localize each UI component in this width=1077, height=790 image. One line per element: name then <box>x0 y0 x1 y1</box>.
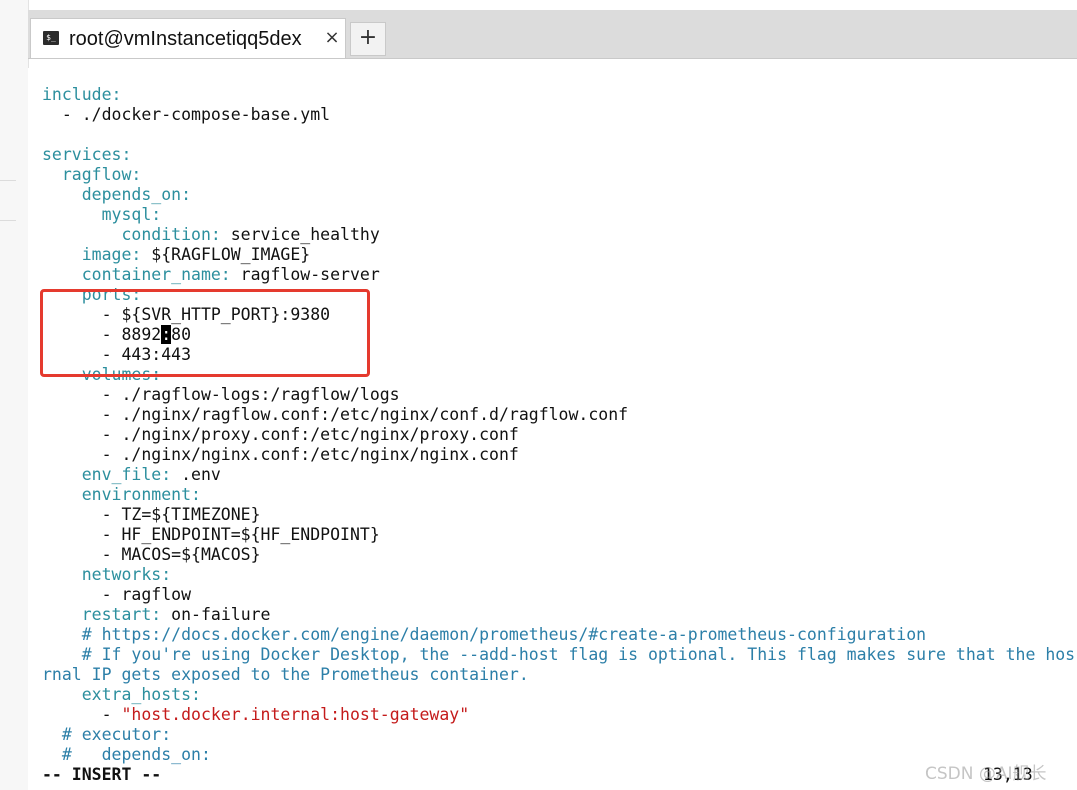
divider <box>0 180 16 181</box>
code-line: - TZ=${TIMEZONE} <box>42 505 261 525</box>
code-line: container_name: ragflow-server <box>42 265 380 285</box>
divider <box>28 58 1077 59</box>
code-line: rnal IP gets exposed to the Prometheus c… <box>42 665 529 685</box>
code-line: extra_hosts: <box>42 685 201 705</box>
code-line: - ./docker-compose-base.yml <box>42 105 330 125</box>
code-line: - ./nginx/proxy.conf:/etc/nginx/proxy.co… <box>42 425 519 445</box>
tab-title: root@vmInstancetiqq5dex <box>69 28 302 50</box>
code-token: env_file: <box>42 465 172 484</box>
background-window-edge <box>0 0 29 790</box>
code-token: include: <box>42 85 122 104</box>
close-tab-button[interactable]: × <box>321 26 343 50</box>
code-token: depends_on: <box>42 185 192 204</box>
code-token: - MACOS=${MACOS} <box>42 545 261 564</box>
code-line: - ./nginx/ragflow.conf:/etc/nginx/conf.d… <box>42 405 629 425</box>
code-token: networks: <box>42 565 172 584</box>
code-line: ragflow: <box>42 165 141 185</box>
code-token: - ./ragflow-logs:/ragflow/logs <box>42 385 400 404</box>
code-token: # executor: <box>42 725 172 744</box>
code-line: - ./ragflow-logs:/ragflow/logs <box>42 385 400 405</box>
code-token: services: <box>42 145 132 164</box>
code-line: - MACOS=${MACOS} <box>42 545 261 565</box>
code-token: - ./docker-compose-base.yml <box>42 105 331 124</box>
code-token: condition: <box>42 225 221 244</box>
code-token: rnal IP gets exposed to the Prometheus c… <box>42 665 529 684</box>
code-line: # https://docs.docker.com/engine/daemon/… <box>42 625 926 645</box>
code-token: - <box>42 705 122 724</box>
code-token: # depends_on: <box>42 745 211 764</box>
code-line: # executor: <box>42 725 171 745</box>
code-line: # If you're using Docker Desktop, the --… <box>42 645 1075 665</box>
terminal-editor[interactable]: include: - ./docker-compose-base.yml serv… <box>28 68 1077 790</box>
code-line: # depends_on: <box>42 745 211 765</box>
code-line: image: ${RAGFLOW_IMAGE} <box>42 245 311 265</box>
code-token: mysql: <box>42 205 162 224</box>
code-token: .env <box>171 465 221 484</box>
code-token: - ./nginx/ragflow.conf:/etc/nginx/conf.d… <box>42 405 629 424</box>
terminal-icon: $_ <box>43 31 59 45</box>
code-line: - ./nginx/nginx.conf:/etc/nginx/nginx.co… <box>42 445 519 465</box>
watermark: CSDN @AI舰长 <box>925 764 1047 784</box>
code-token: environment: <box>42 485 201 504</box>
code-token: - TZ=${TIMEZONE} <box>42 505 261 524</box>
code-line: condition: service_healthy <box>42 225 380 245</box>
code-token: - ./nginx/nginx.conf:/etc/nginx/nginx.co… <box>42 445 519 464</box>
code-token: image: <box>42 245 142 264</box>
code-line: - "host.docker.internal:host-gateway" <box>42 705 470 725</box>
code-token: restart: <box>42 605 162 624</box>
code-token: on-failure <box>161 605 271 624</box>
new-tab-button[interactable]: + <box>350 22 386 56</box>
code-line: env_file: .env <box>42 465 221 485</box>
code-token: - ./nginx/proxy.conf:/etc/nginx/proxy.co… <box>42 425 519 444</box>
code-line: depends_on: <box>42 185 191 205</box>
code-line: include: <box>42 85 121 105</box>
code-token: - ragflow <box>42 585 192 604</box>
code-line: restart: on-failure <box>42 605 271 625</box>
code-token: container_name: <box>42 265 231 284</box>
code-token: extra_hosts: <box>42 685 201 704</box>
divider <box>0 220 16 221</box>
code-line: services: <box>42 145 131 165</box>
code-token: ragflow: <box>42 165 142 184</box>
vim-mode-indicator: -- INSERT -- <box>42 765 162 784</box>
code-line: networks: <box>42 565 171 585</box>
code-token: ${RAGFLOW_IMAGE} <box>141 245 311 264</box>
code-line: mysql: <box>42 205 162 225</box>
ports-highlight-box <box>40 289 370 377</box>
tab-bar: $_ root@vmInstancetiqq5dex × + <box>28 10 1077 58</box>
code-token: # If you're using Docker Desktop, the --… <box>42 645 1076 664</box>
code-token: - HF_ENDPOINT=${HF_ENDPOINT} <box>42 525 380 544</box>
code-line: - ragflow <box>42 585 191 605</box>
tab-terminal-session[interactable]: $_ root@vmInstancetiqq5dex × <box>30 18 346 58</box>
code-token: service_healthy <box>220 225 380 244</box>
code-line: - HF_ENDPOINT=${HF_ENDPOINT} <box>42 525 380 545</box>
code-token: ragflow-server <box>230 265 380 284</box>
code-token: "host.docker.internal:host-gateway" <box>121 705 470 724</box>
code-line: environment: <box>42 485 201 505</box>
code-token: # https://docs.docker.com/engine/daemon/… <box>42 625 927 644</box>
